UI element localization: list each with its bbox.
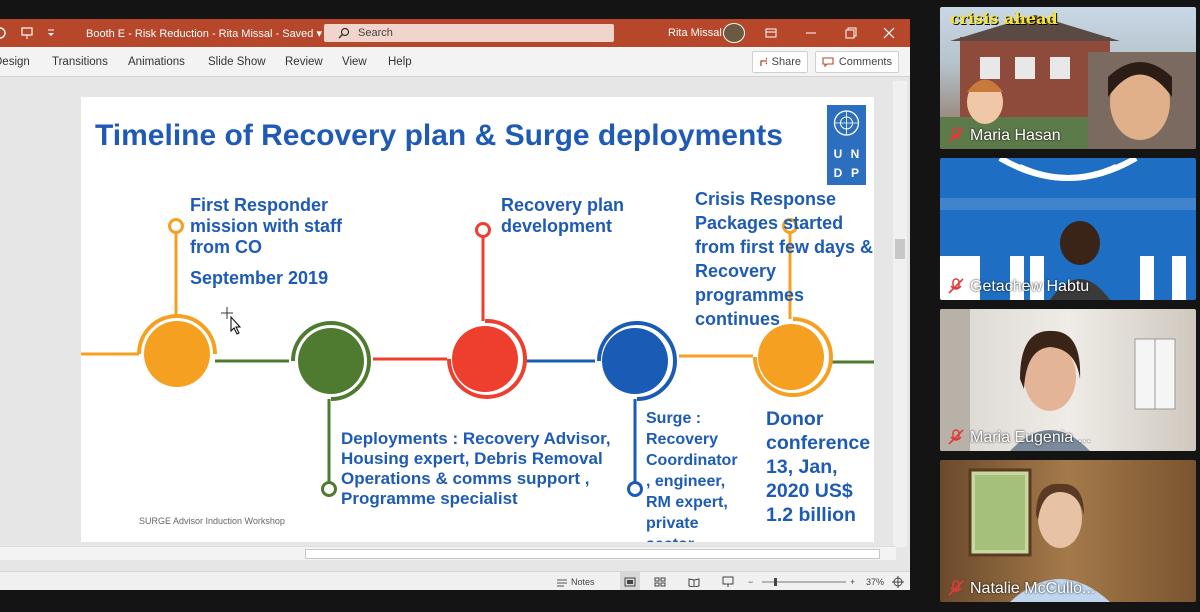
minimize-icon[interactable] <box>792 19 830 47</box>
autosave-icon[interactable] <box>0 19 8 47</box>
comments-button[interactable]: Comments <box>815 51 899 73</box>
point-surge: Surge : Recovery Coordinator , engineer,… <box>646 410 738 542</box>
notes-label: Notes <box>571 576 595 587</box>
slide-canvas[interactable]: Timeline of Recovery plan & Surge deploy… <box>81 97 874 542</box>
tab-animations[interactable]: Animations <box>128 47 185 77</box>
comment-icon <box>822 57 834 68</box>
point-first-responder-date: September 2019 <box>190 268 329 288</box>
point-deployments: Deployments : Recovery Advisor, Housing … <box>341 429 611 508</box>
user-avatar[interactable] <box>723 23 745 43</box>
present-icon[interactable] <box>20 19 34 47</box>
status-bar: Notes − + 37% <box>0 571 910 590</box>
reading-view-icon[interactable] <box>688 572 700 590</box>
zoom-in-icon[interactable]: + <box>850 572 855 590</box>
vertical-scrollbar[interactable] <box>893 81 907 547</box>
point-crisis-response: Crisis Response Packages started from fi… <box>695 189 874 329</box>
slideshow-icon[interactable] <box>722 572 734 590</box>
zoom-slider[interactable] <box>762 572 846 590</box>
comments-label: Comments <box>838 56 892 68</box>
point-first-responder: First Responder mission with staff from … <box>190 195 343 257</box>
user-name[interactable]: Rita Missal <box>668 19 722 47</box>
muted-mic-icon <box>948 429 964 445</box>
muted-mic-icon <box>948 580 964 596</box>
participant-name: Natalie McCullo... <box>970 580 1096 597</box>
customize-qat-icon[interactable] <box>46 19 56 47</box>
participant-name: Maria Hasan <box>970 127 1061 144</box>
overlay-caption: crisis ahead <box>950 9 1058 28</box>
share-label: Share <box>771 56 801 68</box>
participant-tile[interactable]: Natalie McCullo... <box>940 460 1196 602</box>
slide-editing-area: Timeline of Recovery plan & Surge deploy… <box>0 77 910 547</box>
screen: Booth E - Risk Reduction - Rita Missal -… <box>0 0 1200 612</box>
tab-help[interactable]: Help <box>388 47 412 77</box>
horizontal-scrollbar[interactable] <box>0 546 896 560</box>
close-icon[interactable] <box>870 19 908 47</box>
normal-view-icon[interactable] <box>620 572 640 590</box>
participant-name: Getachew Habtu <box>970 278 1090 295</box>
document-title[interactable]: Booth E - Risk Reduction - Rita Missal -… <box>86 19 322 47</box>
tab-view[interactable]: View <box>342 47 367 77</box>
ribbon-tabs: Design Transitions Animations Slide Show… <box>0 47 910 77</box>
slide-sorter-icon[interactable] <box>654 572 666 590</box>
cursor-icon <box>221 307 242 335</box>
tab-review[interactable]: Review <box>285 47 323 77</box>
tab-transitions[interactable]: Transitions <box>52 47 108 77</box>
vertical-scroll-thumb[interactable] <box>895 239 905 259</box>
tab-design[interactable]: Design <box>0 47 30 77</box>
notes-icon <box>557 579 567 586</box>
participant-tile[interactable]: Maria Eugenia ... <box>940 309 1196 451</box>
notes-button[interactable]: Notes <box>556 572 595 590</box>
slide-footer: SURGE Advisor Induction Workshop <box>139 516 285 526</box>
participant-name: Maria Eugenia ... <box>970 429 1091 446</box>
ribbon-display-icon[interactable] <box>752 19 790 47</box>
zoom-level[interactable]: 37% <box>866 572 884 590</box>
participant-tile[interactable]: crisis ahead Maria Hasan <box>940 7 1196 149</box>
participant-tile[interactable]: Getachew Habtu <box>940 158 1196 300</box>
search-box[interactable]: Search <box>324 24 614 42</box>
zoom-out-icon[interactable]: − <box>748 572 753 590</box>
powerpoint-window: Booth E - Risk Reduction - Rita Missal -… <box>0 19 910 590</box>
muted-mic-icon <box>948 278 964 294</box>
horizontal-scroll-thumb[interactable] <box>305 549 880 559</box>
search-icon <box>338 27 350 39</box>
share-button[interactable]: Share <box>752 51 808 73</box>
title-bar: Booth E - Risk Reduction - Rita Missal -… <box>0 19 910 47</box>
tab-slide-show[interactable]: Slide Show <box>208 47 266 77</box>
muted-mic-icon <box>948 127 964 143</box>
search-placeholder: Search <box>358 27 393 39</box>
timeline-node-red <box>447 222 527 399</box>
point-recovery-plan: Recovery plan development <box>501 195 625 236</box>
fit-slide-icon[interactable] <box>892 572 904 590</box>
restore-icon[interactable] <box>832 19 870 47</box>
share-icon <box>760 57 767 66</box>
point-donor-conference: Donor conference 13, Jan, 2020 US$ 1.2 b… <box>766 408 871 526</box>
